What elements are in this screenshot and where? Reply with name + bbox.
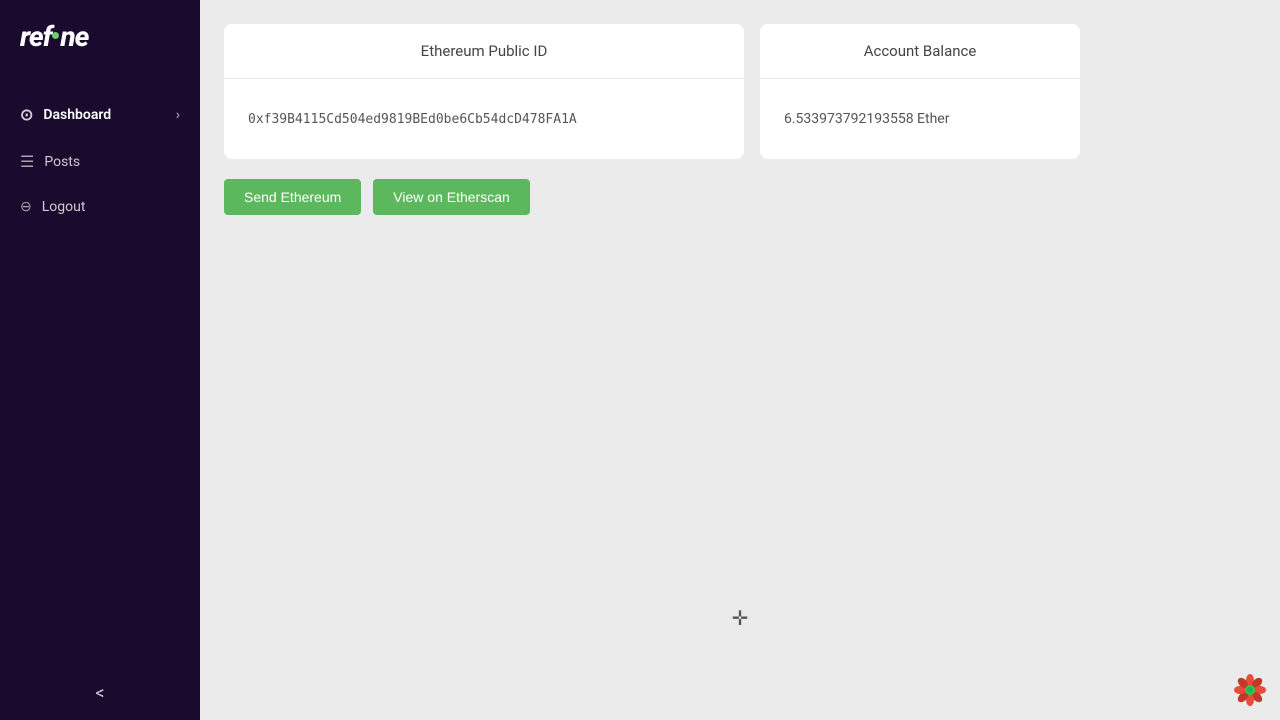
logo-container: refne [0,0,200,83]
logout-icon: ⊖ [20,199,32,215]
crosshair-icon: ✛ [732,606,749,630]
action-buttons: Send Ethereum View on Etherscan [224,179,1256,215]
chevron-right-icon: › [176,107,180,123]
account-balance-card-body: 6.533973792193558 Ether [760,79,1080,159]
account-balance-card-title: Account Balance [760,24,1080,79]
sidebar-item-dashboard[interactable]: ⊙ Dashboard › [0,93,200,136]
ethereum-id-card-title: Ethereum Public ID [224,24,744,79]
main-content: Ethereum Public ID 0xf39B4115Cd504ed9819… [200,0,1280,720]
dashboard-icon: ⊙ [20,105,33,124]
sidebar-item-posts[interactable]: ☰ Posts [0,140,200,183]
sidebar-item-label: Posts [44,154,180,170]
sidebar-nav: ⊙ Dashboard › ☰ Posts ⊖ Logout [0,83,200,667]
cards-row: Ethereum Public ID 0xf39B4115Cd504ed9819… [224,24,1256,159]
sidebar: refne ⊙ Dashboard › ☰ Posts ⊖ Logout < [0,0,200,720]
sidebar-item-label: Dashboard [43,107,165,123]
ethereum-id-card-body: 0xf39B4115Cd504ed9819BEd0be6Cb54dcD478FA… [224,79,744,159]
app-logo: refne [20,20,88,53]
flower-icon [1232,672,1268,708]
sidebar-item-label: Logout [42,199,180,215]
ethereum-address: 0xf39B4115Cd504ed9819BEd0be6Cb54dcD478FA… [248,112,577,127]
balance-value: 6.533973792193558 Ether [784,111,949,127]
send-ethereum-button[interactable]: Send Ethereum [224,179,361,215]
collapse-icon: < [95,683,104,704]
move-cursor-indicator: ✛ [732,606,749,630]
collapse-sidebar-button[interactable]: < [0,667,200,720]
posts-icon: ☰ [20,152,34,171]
sidebar-item-logout[interactable]: ⊖ Logout [0,187,200,227]
view-etherscan-button[interactable]: View on Etherscan [373,179,529,215]
ethereum-id-card: Ethereum Public ID 0xf39B4115Cd504ed9819… [224,24,744,159]
account-balance-card: Account Balance 6.533973792193558 Ether [760,24,1080,159]
